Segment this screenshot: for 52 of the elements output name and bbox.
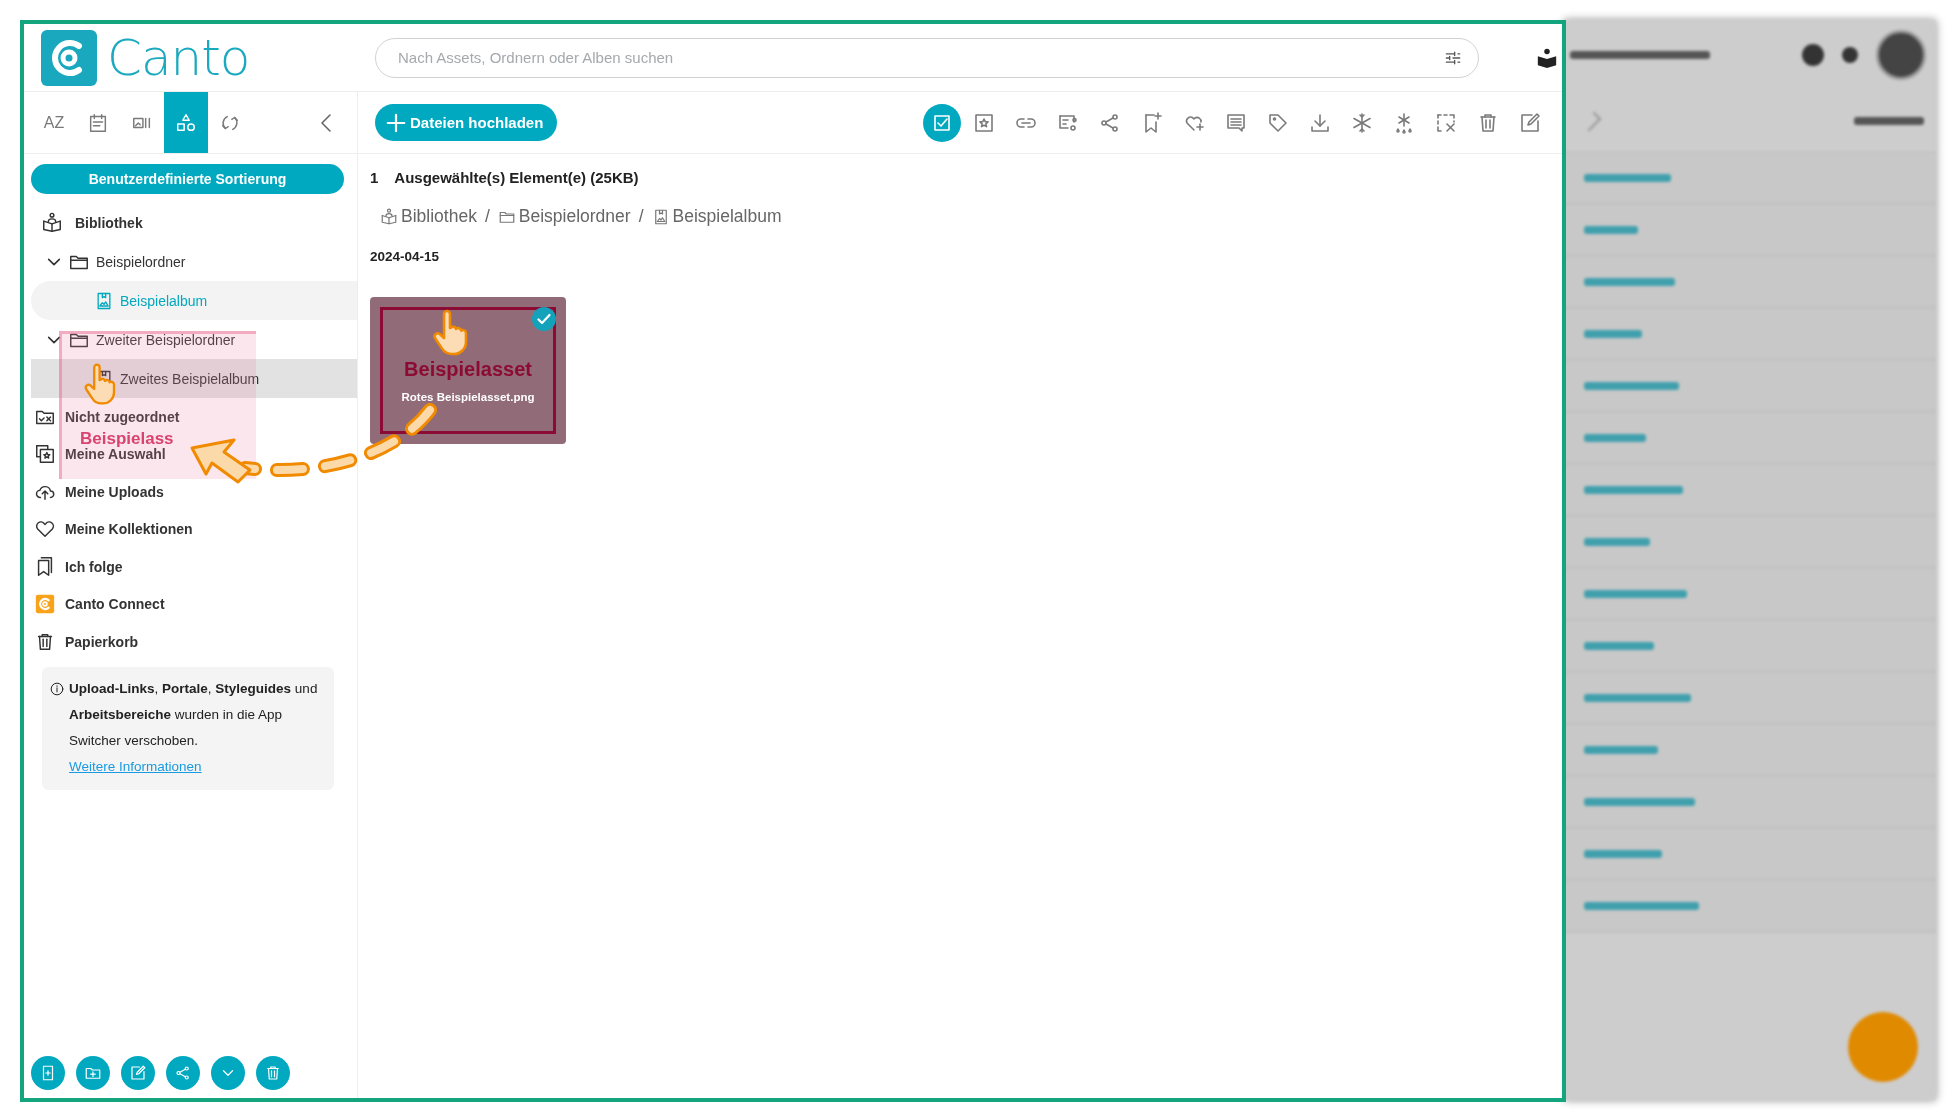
drag-preview-label: Beispielass xyxy=(80,430,174,447)
breadcrumb-link[interactable]: Bibliothek xyxy=(401,206,477,227)
share-button[interactable] xyxy=(166,1056,200,1090)
book-person-icon xyxy=(41,211,63,234)
nav-item[interactable]: Meine Uploads xyxy=(31,481,357,502)
chevron-down-button[interactable] xyxy=(211,1056,245,1090)
tree-item[interactable]: Beispielordner xyxy=(31,242,357,281)
check-icon[interactable] xyxy=(532,307,556,331)
plus-icon xyxy=(385,111,407,134)
asset-title: Beispielasset xyxy=(404,358,532,381)
nav-item[interactable]: Canto Connect xyxy=(31,594,357,615)
trash-icon xyxy=(264,1064,282,1082)
book-person-icon[interactable] xyxy=(1536,46,1558,69)
snowflake-icon xyxy=(1350,110,1374,135)
breadcrumb-link[interactable]: Beispielalbum xyxy=(672,206,782,227)
nav-item[interactable]: Nicht zugeordnet xyxy=(31,406,357,427)
album-plus-button[interactable] xyxy=(31,1056,65,1090)
tree-item[interactable]: Zweiter Beispielordner xyxy=(31,320,357,359)
breadcrumb-link[interactable]: Beispielordner xyxy=(518,206,631,227)
hand-cursor-icon xyxy=(84,363,116,405)
asset-filename: Rotes Beispielasset.png xyxy=(401,391,535,403)
search-field[interactable]: Nach Assets, Ordnern oder Alben suchen xyxy=(375,37,1479,78)
brand-name: Canto xyxy=(107,28,250,87)
info-icon xyxy=(50,681,64,696)
calendar-icon xyxy=(87,111,109,134)
folder-plus-button[interactable] xyxy=(76,1056,110,1090)
nav-item[interactable]: Papierkorb xyxy=(31,631,357,652)
book-person-icon xyxy=(380,207,398,226)
nav-item[interactable]: Ich folge xyxy=(31,556,357,577)
info-text: Upload-Links, Portale, Styleguides und Arbeitsbereiche wurden in die App Switcher verschoben. xyxy=(69,680,318,748)
breadcrumb-separator: / xyxy=(638,206,644,227)
sort-tab[interactable]: AZ xyxy=(32,92,76,153)
tree-item[interactable]: Bibliothek xyxy=(31,203,357,242)
trash-button[interactable] xyxy=(256,1056,290,1090)
shapes-icon xyxy=(175,111,197,134)
selection-count: 1 xyxy=(370,169,379,186)
tree-item[interactable]: Zweites Beispielalbum xyxy=(31,359,357,398)
canto-logo-icon xyxy=(41,29,97,86)
edit-button[interactable] xyxy=(121,1056,155,1090)
selection-summary: Ausgewählte(s) Element(e) (25KB) xyxy=(394,169,639,186)
canto-connect-logo-icon xyxy=(34,593,56,616)
stacked-star-icon xyxy=(34,443,56,466)
date-heading: 2024-04-15 xyxy=(370,249,441,264)
share-icon xyxy=(174,1064,192,1082)
asset-card[interactable]: Beispielasset Rotes Beispielasset.png xyxy=(370,297,566,444)
toolbar-button[interactable] xyxy=(923,103,961,142)
edit-icon xyxy=(1518,110,1542,135)
hand-cursor-icon xyxy=(433,309,468,356)
breadcrumb-separator: / xyxy=(484,206,490,227)
nav-item[interactable]: Meine Kollektionen xyxy=(31,519,357,540)
view-tab[interactable] xyxy=(164,92,208,153)
edit-icon xyxy=(129,1064,147,1082)
